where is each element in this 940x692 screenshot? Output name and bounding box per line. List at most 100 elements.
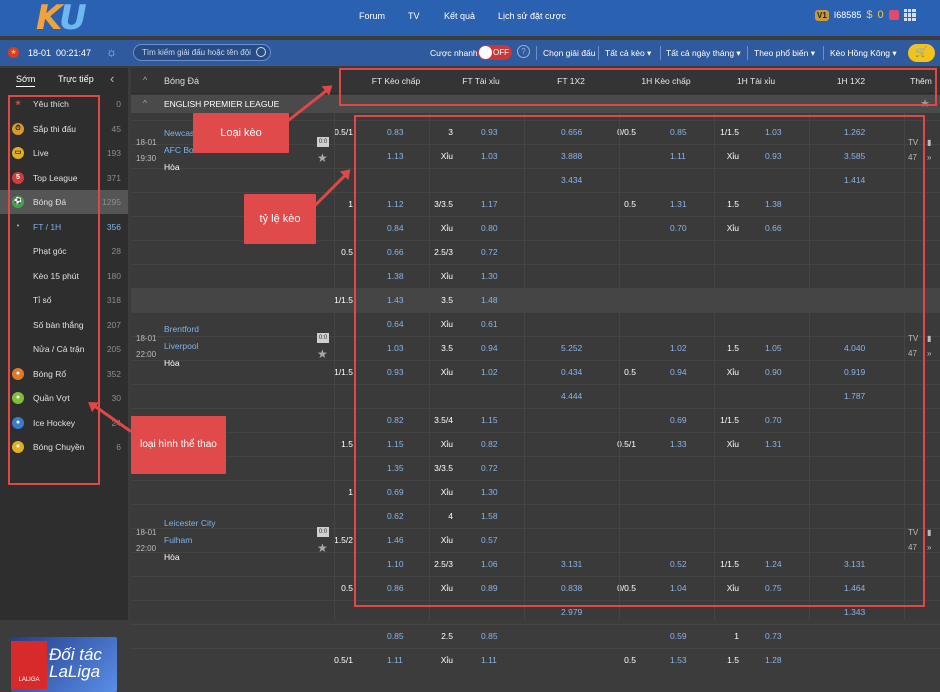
sidebar-item-0[interactable]: ★ Yêu thích 0 <box>0 92 128 116</box>
odds-cell[interactable]: 1.11 <box>387 655 403 665</box>
odds-cell[interactable]: 1.31 <box>765 439 782 449</box>
odds-cell[interactable]: 3.888 <box>561 151 582 161</box>
odds-cell[interactable]: 0.93 <box>387 367 404 377</box>
away-team[interactable]: Liverpool <box>164 341 199 351</box>
odds-cell[interactable]: 1.414 <box>844 175 865 185</box>
home-team[interactable]: Leicester City <box>164 518 216 528</box>
odds-cell[interactable]: 3.131 <box>844 559 865 569</box>
sort-dropdown[interactable]: Theo phổ biến ▾ <box>754 48 815 59</box>
odds-cell[interactable]: 0.59 <box>670 631 687 641</box>
odds-cell[interactable]: 0.62 <box>387 511 404 521</box>
sidebar-item-2[interactable]: ▭ Live 193 <box>0 141 128 165</box>
expand-chevron-icon[interactable]: » <box>927 349 931 358</box>
tv-label[interactable]: TV <box>908 138 918 147</box>
odds-cell[interactable]: 0.89 <box>481 583 498 593</box>
odds-cell[interactable]: 1.02 <box>481 367 498 377</box>
sidebar-item-3[interactable]: 5 Top League 371 <box>0 166 128 190</box>
odds-cell[interactable]: 1.38 <box>765 199 782 209</box>
odds-cell[interactable]: 1.02 <box>670 343 687 353</box>
odds-cell[interactable]: 0.90 <box>765 367 782 377</box>
favorite-star-icon[interactable]: ★ <box>317 541 328 555</box>
sidebar-item-12[interactable]: ● Quần Vợt 30 <box>0 386 128 410</box>
odds-cell[interactable]: 0.82 <box>387 415 404 425</box>
username[interactable]: I68585 <box>834 10 862 20</box>
odds-cell[interactable]: 1.05 <box>765 343 782 353</box>
nav-bet-history[interactable]: Lịch sử đặt cược <box>498 11 566 21</box>
odds-cell[interactable]: 1.28 <box>765 655 782 665</box>
tab-live[interactable]: Trực tiếp <box>58 74 94 84</box>
odds-cell[interactable]: 0.434 <box>561 367 582 377</box>
odds-cell[interactable]: 4.444 <box>561 391 582 401</box>
odds-cell[interactable]: 0.85 <box>670 127 687 137</box>
odds-cell[interactable]: 1.13 <box>387 151 404 161</box>
odds-cell[interactable]: 0.66 <box>765 223 782 233</box>
odds-cell[interactable]: 1.48 <box>481 295 498 305</box>
ku-logo[interactable]: KU <box>36 0 87 38</box>
odds-cell[interactable]: 1.31 <box>670 199 687 209</box>
help-icon[interactable]: ? <box>517 45 530 58</box>
odds-cell[interactable]: 0.80 <box>481 223 498 233</box>
scoreboard-icon[interactable]: 0:0 <box>317 137 329 147</box>
odds-cell[interactable]: 1.787 <box>844 391 865 401</box>
odds-cell[interactable]: 3.585 <box>844 151 865 161</box>
odds-cell[interactable]: 0.73 <box>765 631 782 641</box>
odds-cell[interactable]: 1.35 <box>387 463 404 473</box>
odds-cell[interactable]: 0.84 <box>387 223 404 233</box>
odds-cell[interactable]: 1.343 <box>844 607 865 617</box>
sidebar-item-4[interactable]: ⚽ Bóng Đá 1295 <box>0 190 128 214</box>
odds-cell[interactable]: 0.93 <box>481 127 498 137</box>
sidebar-item-14[interactable]: ● Bóng Chuyền 6 <box>0 435 128 459</box>
collapse-sport-icon[interactable]: ^ <box>143 75 147 85</box>
odds-cell[interactable]: 0.656 <box>561 127 582 137</box>
gift-icon[interactable] <box>888 10 899 20</box>
all-dates-dropdown[interactable]: Tất cả ngày tháng ▾ <box>666 48 741 59</box>
sidebar-item-5[interactable]: • FT / 1H 356 <box>0 215 128 239</box>
choose-league-button[interactable]: Chọn giải đấu <box>543 48 595 58</box>
odds-cell[interactable]: 1.04 <box>670 583 687 593</box>
quick-bet-toggle[interactable]: OFF <box>478 45 512 60</box>
favorite-star-icon[interactable]: ★ <box>317 151 328 165</box>
odds-cell[interactable]: 0.70 <box>765 415 782 425</box>
odds-cell[interactable]: 0.72 <box>481 463 498 473</box>
odds-cell[interactable]: 0.57 <box>481 535 498 545</box>
odds-cell[interactable]: 0.94 <box>481 343 498 353</box>
odds-cell[interactable]: 0.82 <box>481 439 498 449</box>
search-icon[interactable] <box>256 47 266 57</box>
odds-cell[interactable]: 1.38 <box>387 271 404 281</box>
nav-results[interactable]: Kết quả <box>444 11 475 21</box>
more-bets-count[interactable]: 47 <box>908 349 917 358</box>
more-bets-count[interactable]: 47 <box>908 543 917 552</box>
odds-cell[interactable]: 1.43 <box>387 295 404 305</box>
odds-cell[interactable]: 4.040 <box>844 343 865 353</box>
odds-cell[interactable]: 0.72 <box>481 247 498 257</box>
odds-cell[interactable]: 1.464 <box>844 583 865 593</box>
expand-chevron-icon[interactable]: » <box>927 153 931 162</box>
odds-cell[interactable]: 0.61 <box>481 319 498 329</box>
odds-cell[interactable]: 0.69 <box>387 487 404 497</box>
nav-forum[interactable]: Forum <box>359 11 385 21</box>
apps-grid-icon[interactable] <box>903 9 916 21</box>
odds-cell[interactable]: 3.434 <box>561 175 582 185</box>
odds-cell[interactable]: 0.85 <box>387 631 404 641</box>
odds-cell[interactable]: 0.919 <box>844 367 865 377</box>
scoreboard-icon[interactable]: 0:0 <box>317 527 329 537</box>
bet-slip-cart-icon[interactable]: 🛒 <box>908 44 935 62</box>
sidebar-item-8[interactable]: Tỉ số 318 <box>0 288 128 312</box>
sidebar-item-11[interactable]: ● Bóng Rổ 352 <box>0 362 128 386</box>
odds-cell[interactable]: 1.58 <box>481 511 498 521</box>
favorite-star-icon[interactable]: ★ <box>317 347 328 361</box>
more-bets-count[interactable]: 47 <box>908 153 917 162</box>
odds-cell[interactable]: 0.70 <box>670 223 687 233</box>
odds-cell[interactable]: 0.86 <box>387 583 404 593</box>
tv-label[interactable]: TV <box>908 334 918 343</box>
away-team[interactable]: Fulham <box>164 535 192 545</box>
odds-cell[interactable]: 0.69 <box>670 415 687 425</box>
odds-cell[interactable]: 1.24 <box>765 559 782 569</box>
odds-cell[interactable]: 0.75 <box>765 583 782 593</box>
nav-tv[interactable]: TV <box>408 11 420 21</box>
odds-cell[interactable]: 0.94 <box>670 367 687 377</box>
odds-cell[interactable]: 2.979 <box>561 607 582 617</box>
odds-cell[interactable]: 1.53 <box>670 655 687 665</box>
odds-cell[interactable]: 1.10 <box>387 559 404 569</box>
odds-cell[interactable]: 0.83 <box>387 127 404 137</box>
